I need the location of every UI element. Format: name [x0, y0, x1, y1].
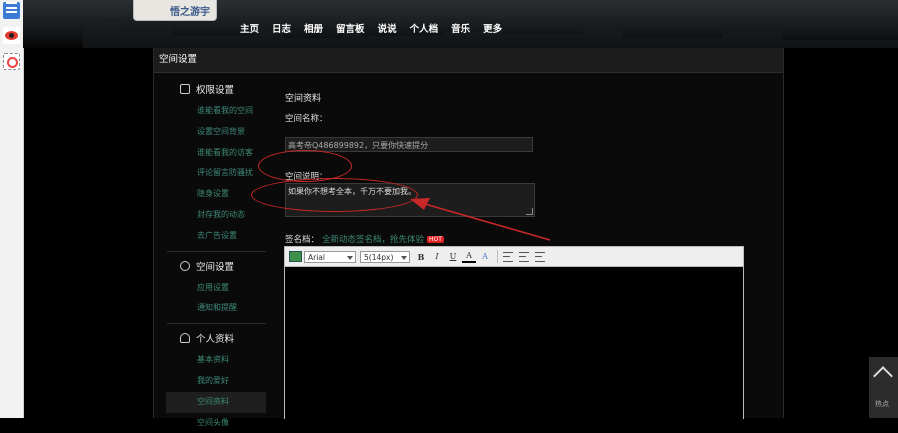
- bold-button[interactable]: B: [414, 250, 428, 263]
- nav-profile[interactable]: 个人档: [410, 21, 439, 35]
- side-section-permissions[interactable]: 权限设置: [180, 81, 266, 97]
- person-icon: [180, 333, 190, 344]
- image-icon: [288, 251, 302, 262]
- align-left-button[interactable]: [501, 250, 515, 263]
- side-item-visitors[interactable]: 谁能看我的访客: [166, 143, 266, 164]
- side-item-background[interactable]: 设置空间背景: [166, 122, 266, 143]
- annotation-circle-desc-value: [251, 178, 418, 212]
- side-item-app-settings[interactable]: 应用设置: [166, 278, 266, 299]
- font-size-value: 5(14px): [364, 252, 394, 262]
- side-section-profile[interactable]: 个人资料: [180, 330, 266, 346]
- side-item-archive-feed[interactable]: 封存我的动态: [166, 205, 266, 226]
- space-logo[interactable]: 悟之游宇: [133, 0, 217, 21]
- main-nav: 主页 日志 相册 留言板 说说 个人档 音乐 更多: [240, 21, 515, 35]
- form-section-title: 空间资料: [285, 94, 322, 104]
- side-divider: [167, 250, 266, 252]
- menu-icon[interactable]: [3, 2, 20, 19]
- settings-side-menu: 权限设置 谁能看我的空间 设置空间背景 谁能看我的访客 评论留言防骚扰 隐身设置…: [166, 78, 266, 433]
- font-family-select[interactable]: Arial: [304, 250, 356, 263]
- align-center-icon: [519, 251, 529, 262]
- font-family-value: Arial: [308, 252, 325, 262]
- align-center-button[interactable]: [517, 250, 531, 263]
- side-item-who-can-view[interactable]: 谁能看我的空间: [166, 101, 266, 122]
- chevron-up-icon: [873, 366, 893, 386]
- nav-guestbook[interactable]: 留言板: [336, 21, 365, 35]
- underline-button[interactable]: U: [446, 250, 460, 263]
- nav-music[interactable]: 音乐: [451, 21, 470, 35]
- chevron-down-icon: [401, 255, 407, 260]
- nav-shuoshuo[interactable]: 说说: [378, 21, 397, 35]
- side-divider: [167, 323, 266, 325]
- side-item-hobbies[interactable]: 我的爱好: [166, 371, 266, 392]
- signature-label: 签名档：: [285, 235, 320, 245]
- font-size-select[interactable]: 5(14px): [360, 250, 410, 263]
- scroll-top-button[interactable]: 热点: [869, 357, 898, 418]
- side-item-notifications[interactable]: 通知和提醒: [166, 298, 266, 319]
- side-item-basic-info[interactable]: 基本资料: [166, 350, 266, 371]
- align-right-button[interactable]: [533, 250, 547, 263]
- nav-blog[interactable]: 日志: [272, 21, 291, 35]
- side-item-space-info[interactable]: 空间资料: [166, 391, 266, 413]
- side-section-space[interactable]: 空间设置: [180, 258, 266, 274]
- side-section-title: 空间设置: [196, 261, 235, 273]
- nav-home[interactable]: 主页: [240, 21, 259, 35]
- side-section-title: 个人资料: [196, 334, 235, 346]
- link-icon: [180, 260, 190, 271]
- chevron-down-icon: [347, 255, 353, 260]
- side-item-space-avatar[interactable]: 空间头像: [166, 413, 266, 433]
- annotation-arrow: [410, 198, 551, 241]
- logo-text: 悟之游宇: [170, 7, 210, 18]
- weibo-icon[interactable]: [3, 27, 20, 44]
- font-color-button[interactable]: A: [462, 250, 476, 263]
- space-name-input[interactable]: 高考帝Q486899892，只要你快速提分: [285, 137, 533, 152]
- signature-editor[interactable]: Arial 5(14px) B I U A A: [284, 246, 744, 419]
- target-icon[interactable]: [3, 53, 20, 70]
- lock-icon: [180, 84, 190, 94]
- side-item-anti-spam[interactable]: 评论留言防骚扰: [166, 163, 266, 184]
- float-button-label: 热点: [875, 400, 889, 408]
- editor-toolbar: Arial 5(14px) B I U A A: [285, 247, 743, 267]
- quick-launch-strip: [0, 0, 24, 418]
- panel-title: 空间设置: [154, 48, 783, 73]
- space-name-label: 空间名称：: [285, 114, 328, 124]
- text-effect-button[interactable]: A: [478, 250, 492, 263]
- align-right-icon: [535, 251, 545, 262]
- italic-button[interactable]: I: [430, 250, 444, 263]
- align-left-icon: [503, 251, 513, 262]
- side-item-remove-ads[interactable]: 去广告设置: [166, 226, 266, 247]
- nav-more[interactable]: 更多: [483, 21, 502, 35]
- toolbar-divider: [497, 250, 498, 263]
- insert-image-button[interactable]: [288, 250, 302, 263]
- side-section-title: 权限设置: [196, 85, 235, 96]
- space-info-form: 空间资料 空间名称： 高考帝Q486899892，只要你快速提分 空间说明： 如…: [285, 91, 685, 245]
- nav-album[interactable]: 相册: [304, 21, 323, 35]
